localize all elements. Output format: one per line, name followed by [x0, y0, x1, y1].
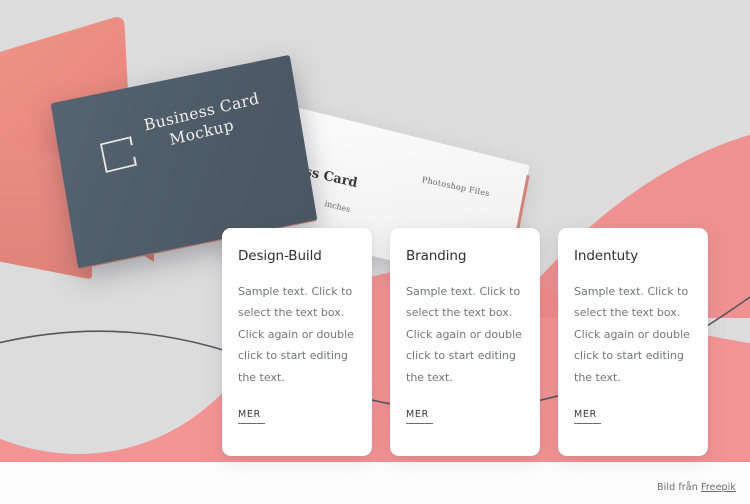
- attribution-prefix: Bild från: [657, 482, 701, 493]
- feature-card-body: Sample text. Click to select the text bo…: [406, 285, 522, 384]
- feature-card-title: Design-Build: [238, 248, 322, 264]
- feature-card-more-link[interactable]: MER: [406, 409, 433, 425]
- feature-card-more-link[interactable]: MER: [238, 409, 265, 425]
- attribution: Bild från Freepik: [657, 482, 736, 493]
- feature-cards-row: Design-Build Sample text. Click to selec…: [222, 228, 710, 456]
- feature-card-indentuty[interactable]: Indentuty Sample text. Click to select t…: [558, 228, 708, 456]
- feature-card-body: Sample text. Click to select the text bo…: [238, 285, 354, 384]
- dark-card-content: Business Card Mockup: [98, 83, 281, 174]
- white-card-right-label: Photoshop Files: [421, 174, 491, 199]
- page-stage: Business Card Mockup inches Photoshop Fi…: [0, 0, 750, 504]
- square-bracket-logo-icon: [99, 136, 136, 174]
- feature-card-branding[interactable]: Branding Sample text. Click to select th…: [390, 228, 540, 456]
- feature-card-title: Indentuty: [574, 248, 639, 264]
- feature-card-body: Sample text. Click to select the text bo…: [574, 285, 690, 384]
- feature-card-more-link[interactable]: MER: [574, 409, 601, 425]
- feature-card-title: Branding: [406, 248, 467, 264]
- feature-card-design-build[interactable]: Design-Build Sample text. Click to selec…: [222, 228, 372, 456]
- attribution-link[interactable]: Freepik: [701, 482, 736, 493]
